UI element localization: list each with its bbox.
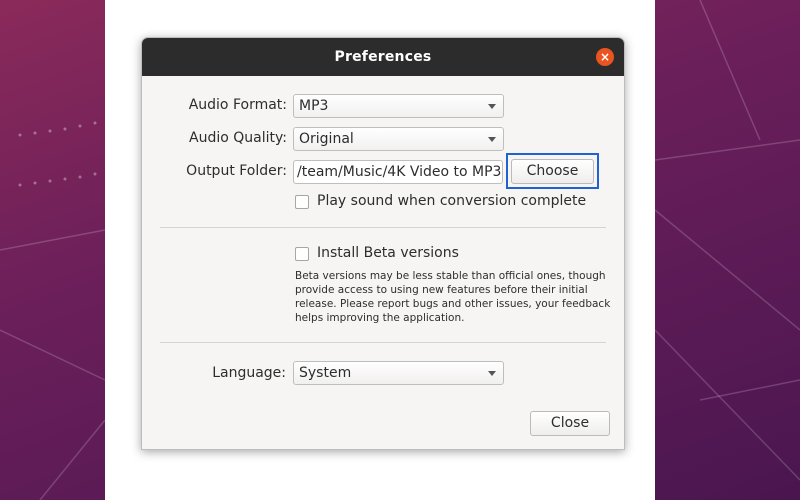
separator [160, 227, 606, 228]
beta-note-line: Beta versions may be less stable than of… [295, 270, 606, 282]
dialog-title: Preferences [334, 49, 432, 65]
chevron-down-icon [488, 137, 496, 142]
beta-note: Beta versions may be less stable than of… [295, 269, 615, 325]
language-label: Language: [212, 365, 286, 381]
dialog-titlebar[interactable]: Preferences × [142, 38, 624, 76]
beta-note-line: provide access to using new features bef… [295, 284, 588, 296]
chevron-down-icon [488, 104, 496, 109]
play-sound-checkbox[interactable] [295, 195, 309, 209]
close-button[interactable]: Close [530, 411, 610, 436]
audio-quality-label: Audio Quality: [189, 130, 287, 146]
choose-button[interactable]: Choose [511, 159, 594, 184]
audio-format-label: Audio Format: [188, 97, 287, 113]
play-sound-label[interactable]: Play sound when conversion complete [317, 193, 586, 209]
output-folder-label: Output Folder: [186, 163, 287, 179]
separator [160, 342, 606, 343]
audio-quality-dropdown[interactable]: Original [293, 127, 504, 151]
output-folder-field[interactable]: /team/Music/4K Video to MP3 [293, 160, 503, 184]
preferences-dialog: Preferences × Audio Format: MP3 Audio Qu… [141, 37, 625, 450]
install-beta-checkbox[interactable] [295, 247, 309, 261]
audio-format-dropdown[interactable]: MP3 [293, 94, 504, 118]
beta-note-line: helps improving the application. [295, 312, 465, 324]
close-icon[interactable]: × [596, 48, 614, 66]
beta-note-line: release. Please report bugs and other is… [295, 298, 611, 310]
language-dropdown[interactable]: System [293, 361, 504, 385]
audio-quality-value: Original [299, 131, 354, 147]
chevron-down-icon [488, 371, 496, 376]
install-beta-label[interactable]: Install Beta versions [317, 245, 459, 261]
language-value: System [299, 365, 352, 381]
audio-format-value: MP3 [299, 98, 329, 114]
